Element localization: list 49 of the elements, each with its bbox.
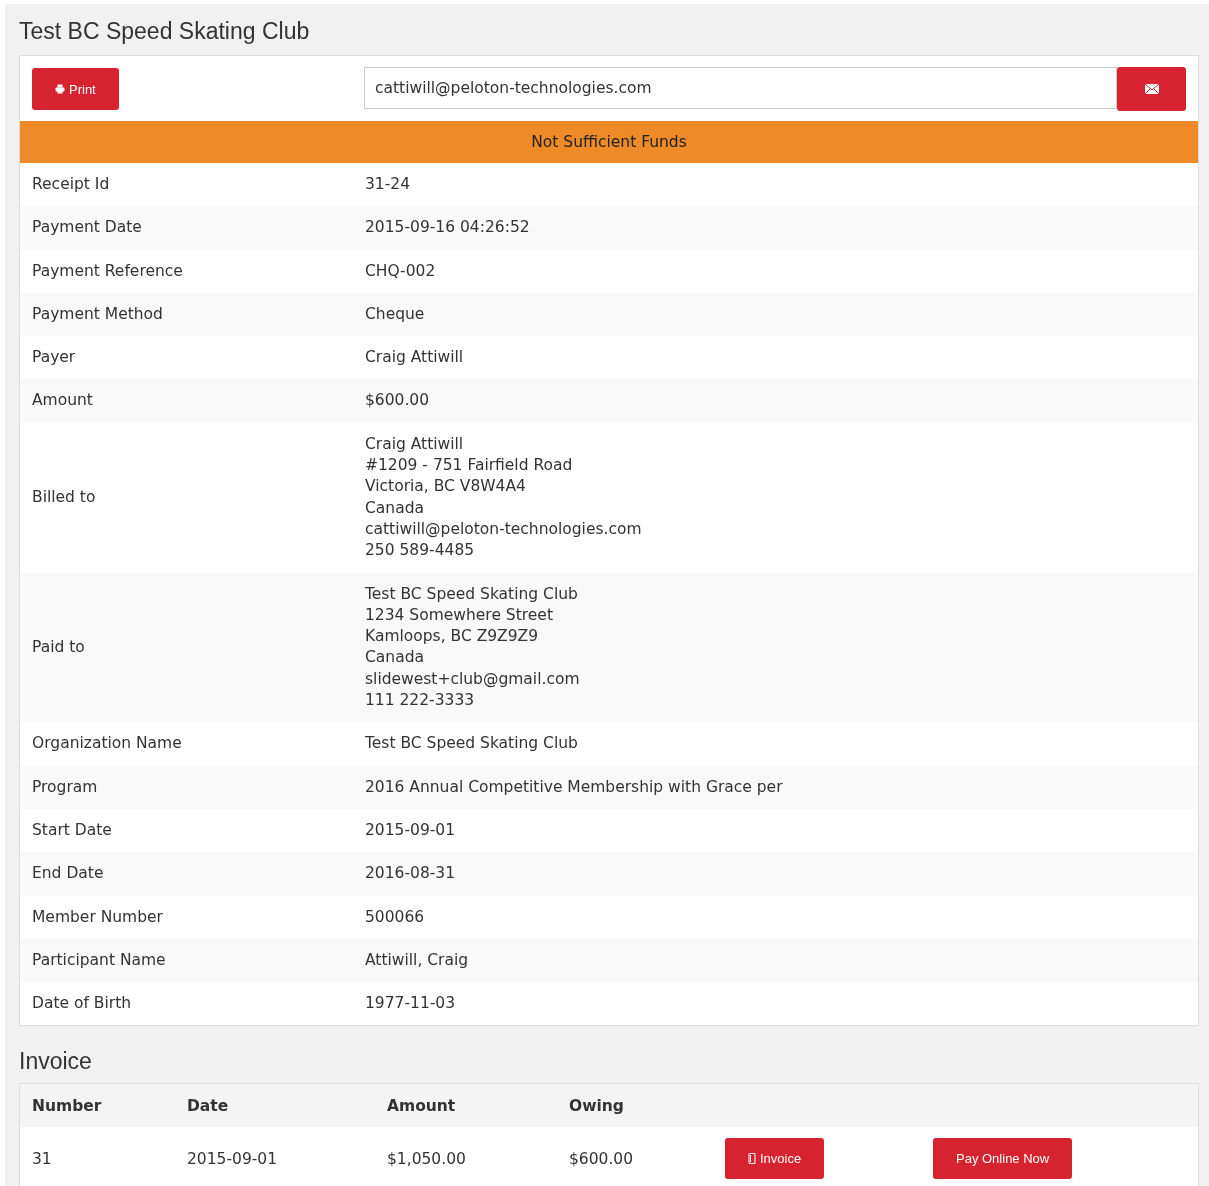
document-icon — [748, 1153, 756, 1165]
field-value: CHQ-002 — [365, 260, 437, 282]
status-banner: Not Sufficient Funds — [20, 121, 1198, 163]
field-label: Receipt Id — [32, 174, 111, 195]
column-header: Date — [187, 1096, 230, 1115]
field-value: 2015-09-01 — [365, 819, 457, 841]
field-label: Program — [32, 776, 99, 798]
email-field[interactable]: cattiwill@peloton-technologies.com — [364, 67, 1117, 109]
field-label: Paid to — [32, 636, 86, 658]
field-value: Test BC Speed Skating Club 1234 Somewhere Street Kamloops, BC Z9Z9Z9 Canada slidewest+club@gmail.com 111 222-3333 — [365, 583, 581, 712]
printer-icon — [55, 84, 65, 94]
field-label: Amount — [32, 390, 94, 412]
envelope-icon — [1144, 84, 1159, 94]
table-cell-text: 31 — [32, 1149, 53, 1168]
field-label: Start Date — [32, 819, 113, 841]
field-label: Participant Name — [32, 949, 167, 971]
field-value: 31-24 — [365, 174, 412, 195]
field-label: Member Number — [32, 906, 164, 928]
table-cell-text: $1,050.00 — [387, 1149, 467, 1168]
column-header: Amount — [387, 1096, 457, 1115]
column-header: Owing — [569, 1096, 625, 1115]
field-label: Billed to — [32, 487, 97, 508]
field-value: 2015-09-16 04:26:52 — [365, 217, 531, 239]
field-label: Payer — [32, 347, 77, 369]
field-value: Attiwill, Craig — [365, 949, 470, 971]
field-value: Craig Attiwill #1209 - 751 Fairfield Road Victoria, BC V8W4A4 Canada cattiwill@peloton-technologies.com 250 589-4485 — [365, 433, 643, 562]
field-value: Craig Attiwill — [365, 347, 465, 369]
invoice-button[interactable]: Invoice — [725, 1138, 825, 1180]
field-label: Payment Method — [32, 303, 164, 325]
field-value: 500066 — [365, 906, 426, 928]
field-label: Date of Birth — [32, 993, 133, 1015]
field-value: Cheque — [365, 303, 426, 325]
table-cell-text: $600.00 — [569, 1149, 635, 1168]
field-value: 1977-11-03 — [365, 993, 457, 1015]
field-value: 2016-08-31 — [365, 863, 457, 885]
field-label: Organization Name — [32, 733, 183, 755]
field-label: Payment Date — [32, 217, 143, 239]
send-email-button[interactable] — [1117, 67, 1186, 111]
page-title: Test BC Speed Skating Club — [19, 18, 311, 45]
field-value: Test BC Speed Skating Club — [365, 733, 579, 755]
field-label: End Date — [32, 863, 105, 885]
print-button[interactable]: Print — [32, 68, 119, 110]
section-title: Invoice — [19, 1048, 93, 1076]
field-label: Payment Reference — [32, 260, 184, 282]
column-header: Number — [32, 1096, 103, 1115]
field-value: $600.00 — [365, 390, 431, 412]
table-cell-text: 2015-09-01 — [187, 1149, 279, 1168]
field-value: 2016 Annual Competitive Membership with Grace per — [365, 776, 784, 798]
pay-online-button[interactable]: Pay Online Now — [933, 1138, 1073, 1180]
